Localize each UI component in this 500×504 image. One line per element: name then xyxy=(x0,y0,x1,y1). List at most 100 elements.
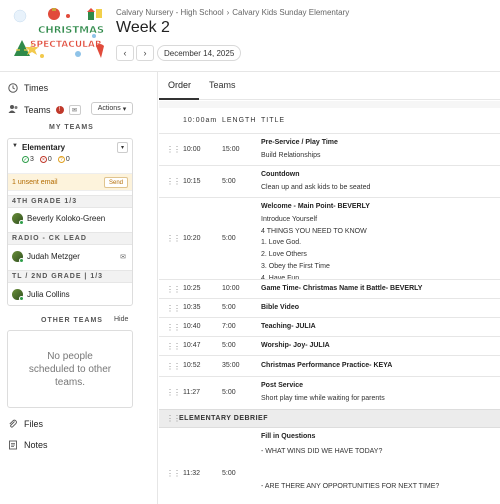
previous-week-button[interactable]: ‹ xyxy=(116,45,134,61)
team-member[interactable]: Judah Metzger xyxy=(12,251,80,263)
item-title: Worship- Joy- JULIA xyxy=(261,342,330,349)
hide-other-teams-link[interactable]: Hide xyxy=(114,316,128,323)
tab-order[interactable]: Order xyxy=(168,80,191,90)
team-header[interactable]: ▼ Elementary ▾ ✓ 3 × 0 ? 0 xyxy=(8,139,132,171)
sidebar-item-label: Files xyxy=(24,419,44,429)
drag-handle-icon[interactable]: ⋮⋮ xyxy=(166,388,181,397)
team-options-button[interactable]: ▾ xyxy=(117,142,128,153)
item-description: Short play time while waiting for parent… xyxy=(261,395,385,402)
drag-handle-icon[interactable]: ⋮⋮ xyxy=(166,362,181,371)
tab-teams[interactable]: Teams xyxy=(209,80,236,90)
item-title: Post Service xyxy=(261,382,304,389)
plan-item[interactable]: ⋮⋮ 10:35 5:00 Bible Video xyxy=(159,298,500,317)
team-member[interactable]: Beverly Koloko-Green xyxy=(12,213,106,225)
clock-icon xyxy=(8,83,18,93)
sidebar-item-label: Teams xyxy=(24,105,51,115)
item-time: 10:15 xyxy=(183,178,201,185)
item-description: Clean up and ask kids to be seated xyxy=(261,184,371,191)
plan-item[interactable]: ⋮⋮ 11:27 5:00 Post Service Short play ti… xyxy=(159,376,500,408)
envelope-icon[interactable]: ✉ xyxy=(120,253,126,261)
drag-handle-icon[interactable]: ⋮⋮ xyxy=(166,304,181,313)
column-start-time: 10:00am xyxy=(183,117,218,124)
drag-handle-icon[interactable]: ⋮⋮ xyxy=(166,145,181,154)
actions-dropdown[interactable]: Actions ▾ xyxy=(91,102,133,115)
page-title: Week 2 xyxy=(116,19,170,36)
sidebar-item-times[interactable]: Times xyxy=(8,83,48,93)
column-length: LENGTH xyxy=(222,117,257,124)
item-title: Bible Video xyxy=(261,304,299,311)
item-description-line: 1. Love God. xyxy=(261,239,302,247)
team-member[interactable]: Julia Collins xyxy=(12,289,70,301)
item-title: Pre-Service / Play Time xyxy=(261,139,338,146)
page-header: CHRISTMAS SPECTACULAR Calvary Nursery - … xyxy=(0,0,500,70)
item-length: 35:00 xyxy=(222,362,240,369)
sidebar-item-files[interactable]: Files xyxy=(8,419,43,429)
position-header: 4TH GRADE 1/3 xyxy=(8,195,132,208)
drag-handle-icon[interactable]: ⋮⋮ xyxy=(166,285,181,294)
date-selector[interactable]: December 14, 2025 xyxy=(157,45,242,61)
plan-item[interactable]: ⋮⋮ 10:52 35:00 Christmas Performance Pra… xyxy=(159,355,500,376)
breadcrumb: Calvary Nursery - High School › Calvary Ki… xyxy=(116,8,349,17)
drag-handle-icon[interactable]: ⋮⋮ xyxy=(166,342,181,351)
item-description-line: - WHAT WINS DID WE HAVE TODAY? xyxy=(261,448,383,455)
item-time: 10:20 xyxy=(183,235,201,242)
member-name: Beverly Koloko-Green xyxy=(27,214,106,223)
no-people-message: No people scheduled to other teams. xyxy=(7,330,133,408)
position-header: RADIO - CK LEAD xyxy=(8,232,132,245)
item-time: 10:52 xyxy=(183,362,201,369)
item-description-line: - ARE THERE ANY OPPORTUNITIES FOR NEXT T… xyxy=(261,483,440,490)
drag-handle-icon[interactable]: ⋮⋮ xyxy=(166,469,181,478)
plan-item[interactable]: ⋮⋮ 11:32 5:00 Fill in Questions - WHAT W… xyxy=(159,428,500,504)
plan-item[interactable]: ⋮⋮ 10:40 7:00 Teaching- JULIA xyxy=(159,317,500,336)
pending-count-value: 0 xyxy=(65,156,70,163)
item-length: 5:00 xyxy=(222,304,236,311)
item-time: 10:40 xyxy=(183,323,201,330)
item-time: 11:27 xyxy=(183,389,200,396)
member-name: Judah Metzger xyxy=(27,252,80,261)
position-header: TL / 2ND GRADE | 1/3 xyxy=(8,270,132,283)
drag-handle-icon[interactable]: ⋮⋮ xyxy=(166,323,181,332)
item-length: 5:00 xyxy=(222,342,236,349)
sidebar-item-teams[interactable]: Teams ! ✉ xyxy=(8,104,81,116)
item-title: Game Time- Christmas Name it Battle- BEV… xyxy=(261,285,423,292)
unsent-email-banner: 1 unsent email Send xyxy=(8,173,132,191)
confirmed-count: ✓ 3 xyxy=(22,156,34,163)
plan-item[interactable]: ⋮⋮ 10:15 5:00 Countdown Clean up and ask… xyxy=(159,165,500,197)
item-length: 5:00 xyxy=(222,389,236,396)
caret-down-icon[interactable]: ▼ xyxy=(12,143,18,149)
section-header[interactable]: ⋮⋮ ELEMENTARY DEBRIEF xyxy=(159,409,500,428)
plan-item[interactable]: ⋮⋮ 10:20 5:00 Welcome - Main Point- BEVE… xyxy=(159,197,500,282)
drag-handle-icon[interactable]: ⋮⋮ xyxy=(166,234,181,243)
item-length: 5:00 xyxy=(222,470,236,477)
item-length: 5:00 xyxy=(222,235,236,242)
item-time: 10:00 xyxy=(183,146,201,153)
item-time: 10:35 xyxy=(183,304,201,311)
drag-handle-icon[interactable]: ⋮⋮ xyxy=(166,177,181,186)
item-length: 7:00 xyxy=(222,323,236,330)
plan-item[interactable]: ⋮⋮ 10:00 15:00 Pre-Service / Play Time B… xyxy=(159,133,500,165)
team-name: Elementary xyxy=(22,143,66,152)
item-time: 10:25 xyxy=(183,285,201,292)
plan-item[interactable]: ⋮⋮ 10:25 10:00 Game Time- Christmas Name… xyxy=(159,279,500,298)
item-description-line: Introduce Yourself xyxy=(261,216,318,223)
other-teams-title: OTHER TEAMS xyxy=(41,317,103,324)
plan-item[interactable]: ⋮⋮ 10:47 5:00 Worship- Joy- JULIA xyxy=(159,336,500,355)
next-week-button[interactable]: › xyxy=(136,45,154,61)
breadcrumb-item-service[interactable]: Calvary Kids Sunday Elementary xyxy=(232,8,349,17)
confirmed-dot-icon xyxy=(19,296,24,301)
chevron-right-icon: › xyxy=(143,48,147,58)
breadcrumb-item-org[interactable]: Calvary Nursery - High School xyxy=(116,8,224,17)
chevron-left-icon: ‹ xyxy=(123,48,127,58)
declined-count: × 0 xyxy=(39,156,52,163)
item-length: 15:00 xyxy=(222,146,240,153)
chevron-right-icon: › xyxy=(226,8,230,17)
send-email-button[interactable]: Send xyxy=(103,177,128,188)
sidebar-item-label: Notes xyxy=(24,440,48,450)
pending-count: ? 0 xyxy=(57,156,70,163)
email-teams-button[interactable]: ✉ xyxy=(68,105,81,115)
my-teams-title: MY TEAMS xyxy=(49,124,94,131)
people-icon xyxy=(8,104,19,116)
alert-badge: ! xyxy=(55,106,64,114)
sidebar-item-notes[interactable]: Notes xyxy=(8,440,48,450)
drag-handle-icon[interactable]: ⋮⋮ xyxy=(166,414,181,423)
